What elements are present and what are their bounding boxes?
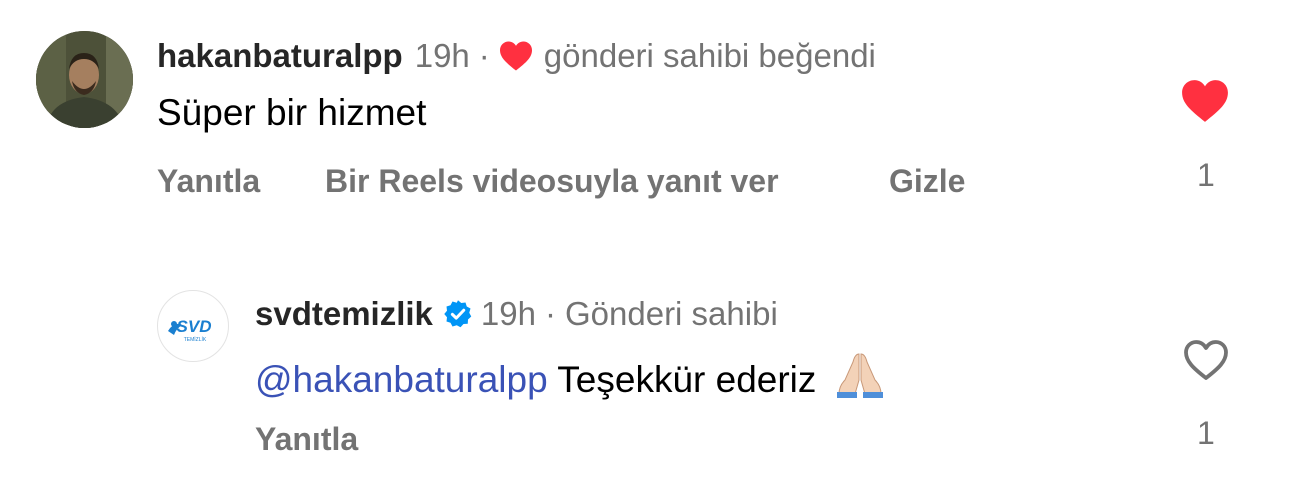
reply-button[interactable]: Yanıtla	[255, 421, 358, 458]
mention-link[interactable]: @hakanbaturalpp	[255, 359, 548, 400]
author-avatar[interactable]: SVD TEMİZLİK	[157, 290, 229, 362]
svd-logo-icon: SVD TEMİZLİK	[168, 317, 212, 343]
logo-text: SVD	[177, 317, 212, 336]
praying-hands-emoji-icon	[833, 350, 887, 407]
user-photo-icon	[36, 31, 133, 128]
reply-meta: svdtemizlik 19h · Gönderi sahibi	[255, 295, 778, 333]
comment-meta: hakanbaturalpp 19h · gönderi sahibi beğe…	[157, 37, 876, 75]
reply-text: Teşekkür ederiz	[557, 359, 817, 400]
reply-time: 19h	[480, 295, 536, 332]
hide-button[interactable]: Gizle	[889, 163, 965, 200]
reply-text-line: @hakanbaturalpp Teşekkür ederiz	[255, 350, 887, 407]
reply-button[interactable]: Yanıtla	[157, 163, 260, 200]
heart-outline-icon[interactable]	[1182, 338, 1230, 387]
verified-badge-icon	[443, 299, 473, 329]
meta-separator: ·	[478, 37, 490, 74]
comment-time: 19h	[414, 37, 470, 74]
comment-text: Süper bir hizmet	[157, 92, 427, 133]
heart-filled-icon[interactable]	[1180, 78, 1230, 129]
commenter-avatar[interactable]	[36, 31, 133, 128]
meta-separator: ·	[544, 295, 556, 332]
like-count: 1	[1197, 415, 1215, 451]
reply-username[interactable]: svdtemizlik	[255, 295, 433, 333]
like-count: 1	[1197, 157, 1215, 193]
reels-reply-button[interactable]: Bir Reels videosuyla yanıt ver	[325, 163, 779, 200]
small-heart-icon	[498, 40, 534, 72]
logo-subtext: TEMİZLİK	[184, 336, 207, 343]
author-label: Gönderi sahibi	[564, 295, 778, 332]
comment-username[interactable]: hakanbaturalpp	[157, 37, 403, 75]
liked-by-author-label: gönderi sahibi beğendi	[543, 37, 876, 74]
